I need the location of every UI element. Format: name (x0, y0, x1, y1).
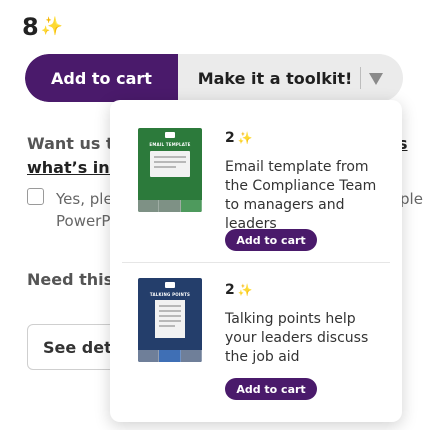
item-description: Email template from the Compliance Team … (225, 159, 377, 232)
need-this-heading: Need this (27, 270, 114, 289)
dropdown-item-email-template: EMAIL TEMPLATE 2 ✨ Email template from t… (110, 100, 402, 262)
email-template-thumbnail: EMAIL TEMPLATE (138, 128, 202, 212)
item-count: 2 ✨ (225, 130, 253, 146)
sparkle-icon: ✨ (40, 16, 64, 37)
item-count: 2 ✨ (225, 282, 253, 298)
price-value: 8 (22, 13, 39, 41)
thumbnail-toolbar (138, 200, 202, 212)
make-toolkit-label: Make it a toolkit! (197, 68, 353, 88)
make-toolkit-button[interactable]: Make it a toolkit! (178, 54, 403, 102)
caret-down-icon[interactable] (369, 73, 384, 85)
sparkle-icon: ✨ (237, 283, 253, 297)
checkbox-label-tail: ple (400, 190, 423, 208)
chat-icon (165, 282, 175, 288)
thumbnail-title: EMAIL TEMPLATE (149, 142, 191, 147)
thumbnail-toolbar (138, 350, 202, 362)
document-preview (150, 151, 190, 177)
sparkle-icon: ✨ (237, 131, 253, 145)
dropdown-item-talking-points: TALKING POINTS 2 ✨ Talking points help y… (110, 262, 402, 422)
add-talking-points-to-cart-button[interactable]: Add to cart (225, 378, 317, 400)
divider (360, 67, 362, 89)
price: 8 ✨ (22, 12, 63, 42)
add-email-template-to-cart-button[interactable]: Add to cart (225, 229, 317, 251)
powerpoint-checkbox[interactable] (27, 188, 44, 205)
thumbnail-title: TALKING POINTS (149, 292, 191, 297)
item-description: Talking points help your leaders discuss… (225, 311, 369, 365)
add-to-cart-button[interactable]: Add to cart (25, 54, 178, 102)
document-preview (155, 300, 185, 338)
envelope-icon (165, 132, 175, 138)
talking-points-thumbnail: TALKING POINTS (138, 278, 202, 362)
purchase-split-button: Add to cart Make it a toolkit! (25, 54, 403, 102)
toolkit-dropdown: EMAIL TEMPLATE 2 ✨ Email template from t… (110, 100, 402, 422)
